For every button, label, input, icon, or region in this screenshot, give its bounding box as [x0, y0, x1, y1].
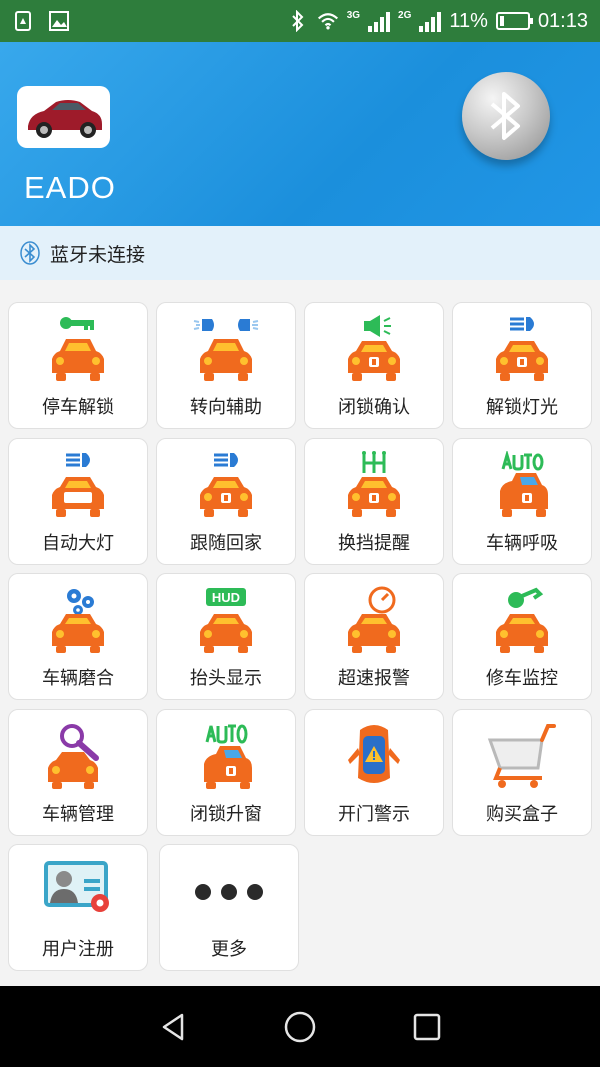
tile-gear-shift-reminder[interactable]: 换挡提醒 — [304, 438, 444, 565]
tile-label: 用户注册 — [42, 939, 114, 960]
feature-grid: 停车解锁 转向辅助 闭锁确认 解锁灯光 自动大灯 跟随回家 换挡提醒 车辆呼吸 … — [0, 280, 600, 986]
tile-lock-window-up[interactable]: 闭锁升窗 — [156, 709, 296, 836]
tile-parking-unlock[interactable]: 停车解锁 — [8, 302, 148, 429]
auto-window-car-icon — [190, 722, 262, 792]
bluetooth-small-icon — [20, 241, 40, 265]
tile-auto-headlight[interactable]: 自动大灯 — [8, 438, 148, 565]
status-bar: 3G 2G 11% 01:13 — [0, 0, 600, 42]
horn-car-icon — [338, 315, 410, 385]
tile-follow-home[interactable]: 跟随回家 — [156, 438, 296, 565]
wrench-car-icon — [486, 586, 558, 656]
turn-lights-car-icon — [190, 315, 262, 385]
bluetooth-status-text: 蓝牙未连接 — [50, 243, 146, 266]
recents-button[interactable] — [407, 1007, 447, 1047]
speedometer-car-icon — [338, 586, 410, 656]
tile-label: 解锁灯光 — [486, 397, 558, 418]
tile-label: 超速报警 — [338, 668, 410, 689]
back-button[interactable] — [153, 1007, 193, 1047]
follow-home-car-icon — [190, 451, 262, 521]
system-nav-bar — [0, 986, 600, 1067]
tile-vehicle-break-in[interactable]: 车辆磨合 — [8, 573, 148, 700]
tile-vehicle-breathing[interactable]: 车辆呼吸 — [452, 438, 592, 565]
recents-square-icon — [413, 1013, 440, 1040]
tile-label: 停车解锁 — [42, 397, 114, 418]
bluetooth-icon — [490, 92, 520, 140]
wifi-icon — [317, 10, 339, 32]
sim-warning-icon — [12, 10, 34, 32]
tile-more[interactable]: 更多 — [159, 844, 299, 971]
battery-icon — [495, 12, 533, 30]
image-notification-icon — [48, 10, 70, 32]
auto-breathing-car-icon — [486, 451, 558, 521]
tile-label: 修车监控 — [486, 668, 558, 689]
tile-user-register[interactable]: 用户注册 — [8, 844, 148, 971]
bluetooth-status-icon — [287, 10, 309, 32]
home-button[interactable] — [280, 1007, 320, 1047]
magnifier-car-icon — [42, 722, 114, 792]
tile-overspeed-alarm[interactable]: 超速报警 — [304, 573, 444, 700]
home-circle-icon — [284, 1011, 316, 1042]
tile-label: 车辆磨合 — [42, 668, 114, 689]
tile-label: 跟随回家 — [190, 533, 262, 554]
tile-label: 换挡提醒 — [338, 533, 410, 554]
tile-label: 转向辅助 — [190, 397, 262, 418]
tile-label: 自动大灯 — [42, 533, 114, 554]
user-card-icon — [42, 857, 114, 927]
svg-text:HUD: HUD — [212, 590, 240, 605]
tile-label: 开门警示 — [338, 804, 410, 825]
back-triangle-icon — [163, 1013, 184, 1040]
tile-label: 更多 — [211, 939, 247, 960]
gear-shift-car-icon — [338, 451, 410, 521]
hud-car-icon: HUD — [190, 586, 262, 656]
door-warning-car-icon — [338, 722, 410, 792]
tile-lock-confirm[interactable]: 闭锁确认 — [304, 302, 444, 429]
network-2g-label: 2G — [398, 9, 412, 21]
tile-hud[interactable]: HUD 抬头显示 — [156, 573, 296, 700]
headlight-car-icon — [486, 315, 558, 385]
car-logo — [17, 86, 110, 148]
tile-vehicle-management[interactable]: 车辆管理 — [8, 709, 148, 836]
bluetooth-connect-button[interactable] — [462, 72, 550, 160]
clock: 01:13 — [537, 9, 588, 32]
tile-label: 抬头显示 — [190, 668, 262, 689]
tile-label: 车辆呼吸 — [486, 533, 558, 554]
bluetooth-status-bar: 蓝牙未连接 — [0, 226, 600, 280]
tile-buy-box[interactable]: 购买盒子 — [452, 709, 592, 836]
more-dots-icon — [193, 857, 265, 927]
auto-headlight-car-icon — [42, 451, 114, 521]
tile-repair-monitor[interactable]: 修车监控 — [452, 573, 592, 700]
tile-label: 闭锁确认 — [338, 397, 410, 418]
tile-label: 闭锁升窗 — [190, 804, 262, 825]
app-title: EADO — [24, 170, 116, 205]
signal-2g-icon — [419, 10, 442, 32]
network-3g-label: 3G — [346, 9, 361, 21]
tile-label: 车辆管理 — [42, 804, 114, 825]
tile-turn-assist[interactable]: 转向辅助 — [156, 302, 296, 429]
key-car-icon — [42, 315, 114, 385]
signal-3g-icon — [368, 10, 391, 32]
tile-unlock-lights[interactable]: 解锁灯光 — [452, 302, 592, 429]
app-header: EADO — [0, 42, 600, 226]
tile-label: 购买盒子 — [486, 804, 558, 825]
shopping-cart-icon — [486, 722, 558, 792]
battery-percent: 11% — [449, 9, 488, 32]
gears-car-icon — [42, 586, 114, 656]
tile-door-warning[interactable]: 开门警示 — [304, 709, 444, 836]
